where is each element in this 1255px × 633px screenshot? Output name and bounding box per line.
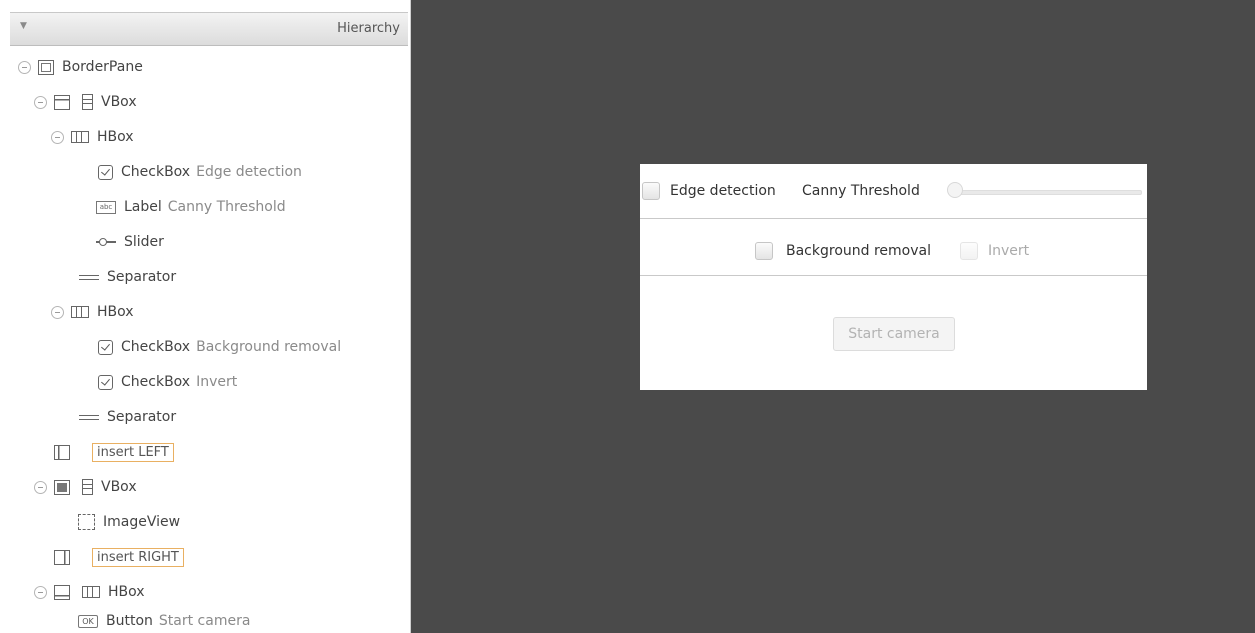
tree-item-type: CheckBox [121, 374, 191, 390]
collapse-toggle-icon[interactable] [51, 305, 64, 319]
tree-item-type: Separator [107, 409, 177, 425]
tree-item-checkbox-edge-detection[interactable]: CheckBox Edge detection [98, 158, 302, 186]
tree-item-type: Slider [124, 234, 164, 250]
separator-icon [79, 414, 99, 420]
invert-label: Invert [988, 243, 1030, 259]
vbox-icon [82, 479, 93, 495]
tree-item-type: Label [124, 199, 162, 215]
tree-item-checkbox-background-removal[interactable]: CheckBox Background removal [98, 333, 341, 361]
tree-item-type: VBox [101, 479, 137, 495]
checkbox-icon [98, 374, 113, 390]
tree-item-checkbox-invert[interactable]: CheckBox Invert [98, 368, 237, 396]
tree-item-detail: Invert [196, 374, 238, 390]
hbox-icon [71, 131, 89, 143]
start-camera-button[interactable]: Start camera [833, 317, 955, 351]
slider-icon [96, 238, 116, 246]
canny-threshold-slider-track[interactable] [956, 190, 1142, 195]
tree-item-button-start-camera[interactable]: OK Button Start camera [78, 607, 250, 633]
tree-item-type: Button [106, 613, 153, 629]
separator [640, 218, 1147, 219]
hierarchy-panel: ▼ Hierarchy BorderPane VBox HBox CheckBo… [0, 0, 411, 633]
tree-item-type: HBox [97, 129, 134, 145]
insert-left-placeholder[interactable]: insert LEFT [92, 442, 174, 462]
left-region-icon [54, 444, 70, 460]
tree-item-separator[interactable]: Separator [79, 403, 176, 431]
tree-item-type: HBox [108, 584, 145, 600]
invert-checkbox[interactable] [960, 242, 978, 260]
tree-item-hbox[interactable]: HBox [51, 298, 134, 326]
tree-item-type: ImageView [103, 514, 181, 530]
right-region-icon [54, 549, 70, 565]
edge-detection-checkbox[interactable] [642, 182, 660, 200]
tree-item-detail: Background removal [196, 339, 342, 355]
tree-item-hbox-bottom[interactable]: HBox [34, 578, 145, 606]
tree-item-type: CheckBox [121, 164, 191, 180]
hierarchy-panel-header[interactable]: ▼ Hierarchy [10, 12, 408, 46]
tree-item-insert-left[interactable]: insert LEFT [54, 438, 174, 466]
insert-right-placeholder[interactable]: insert RIGHT [92, 547, 184, 567]
collapse-toggle-icon[interactable] [34, 585, 47, 599]
design-canvas[interactable]: Edge detection Canny Threshold Backgroun… [411, 0, 1255, 633]
tree-item-separator[interactable]: Separator [79, 263, 176, 291]
tree-item-insert-right[interactable]: insert RIGHT [54, 543, 184, 571]
tree-item-type: HBox [97, 304, 134, 320]
tree-item-vbox-center[interactable]: VBox [34, 473, 137, 501]
tree-item-hbox[interactable]: HBox [51, 123, 134, 151]
background-removal-checkbox[interactable] [755, 242, 773, 260]
checkbox-icon [98, 164, 113, 180]
tree-item-vbox-top[interactable]: VBox [34, 88, 137, 116]
tree-item-detail: Canny Threshold [167, 199, 286, 215]
separator-icon [79, 274, 99, 280]
edge-detection-label: Edge detection [670, 183, 776, 199]
canny-threshold-label: Canny Threshold [802, 183, 920, 199]
tree-item-type: VBox [101, 94, 137, 110]
bottom-region-icon [54, 584, 70, 600]
collapse-toggle-icon[interactable] [51, 130, 64, 144]
tree-item-type: CheckBox [121, 339, 191, 355]
layout-preview[interactable]: Edge detection Canny Threshold Backgroun… [640, 164, 1147, 390]
tree-item-detail: Edge detection [196, 164, 302, 180]
collapse-toggle-icon[interactable] [34, 480, 47, 494]
tree-item-borderpane[interactable]: BorderPane [18, 53, 143, 81]
tree-item-type: BorderPane [62, 59, 143, 75]
tree-item-imageview[interactable]: ImageView [78, 508, 180, 536]
vbox-icon [82, 94, 93, 110]
collapse-arrow-icon[interactable]: ▼ [20, 21, 27, 31]
hbox-icon [82, 586, 100, 598]
border-pane-icon [38, 59, 54, 75]
panel-title: Hierarchy [337, 21, 400, 36]
collapse-toggle-icon[interactable] [18, 60, 31, 74]
hbox-icon [71, 306, 89, 318]
imageview-icon [78, 514, 95, 530]
background-removal-label: Background removal [786, 243, 931, 259]
canny-threshold-slider-thumb[interactable] [947, 182, 963, 198]
tree-item-detail: Start camera [158, 613, 251, 629]
label-icon: abc [96, 200, 116, 214]
center-region-icon [54, 479, 70, 495]
button-icon: OK [78, 614, 98, 628]
collapse-toggle-icon[interactable] [34, 95, 47, 109]
tree-item-slider[interactable]: Slider [96, 228, 164, 256]
checkbox-icon [98, 339, 113, 355]
tree-item-type: Separator [107, 269, 177, 285]
top-region-icon [54, 94, 70, 110]
tree-item-label-canny-threshold[interactable]: abc Label Canny Threshold [96, 193, 286, 221]
separator [640, 275, 1147, 276]
